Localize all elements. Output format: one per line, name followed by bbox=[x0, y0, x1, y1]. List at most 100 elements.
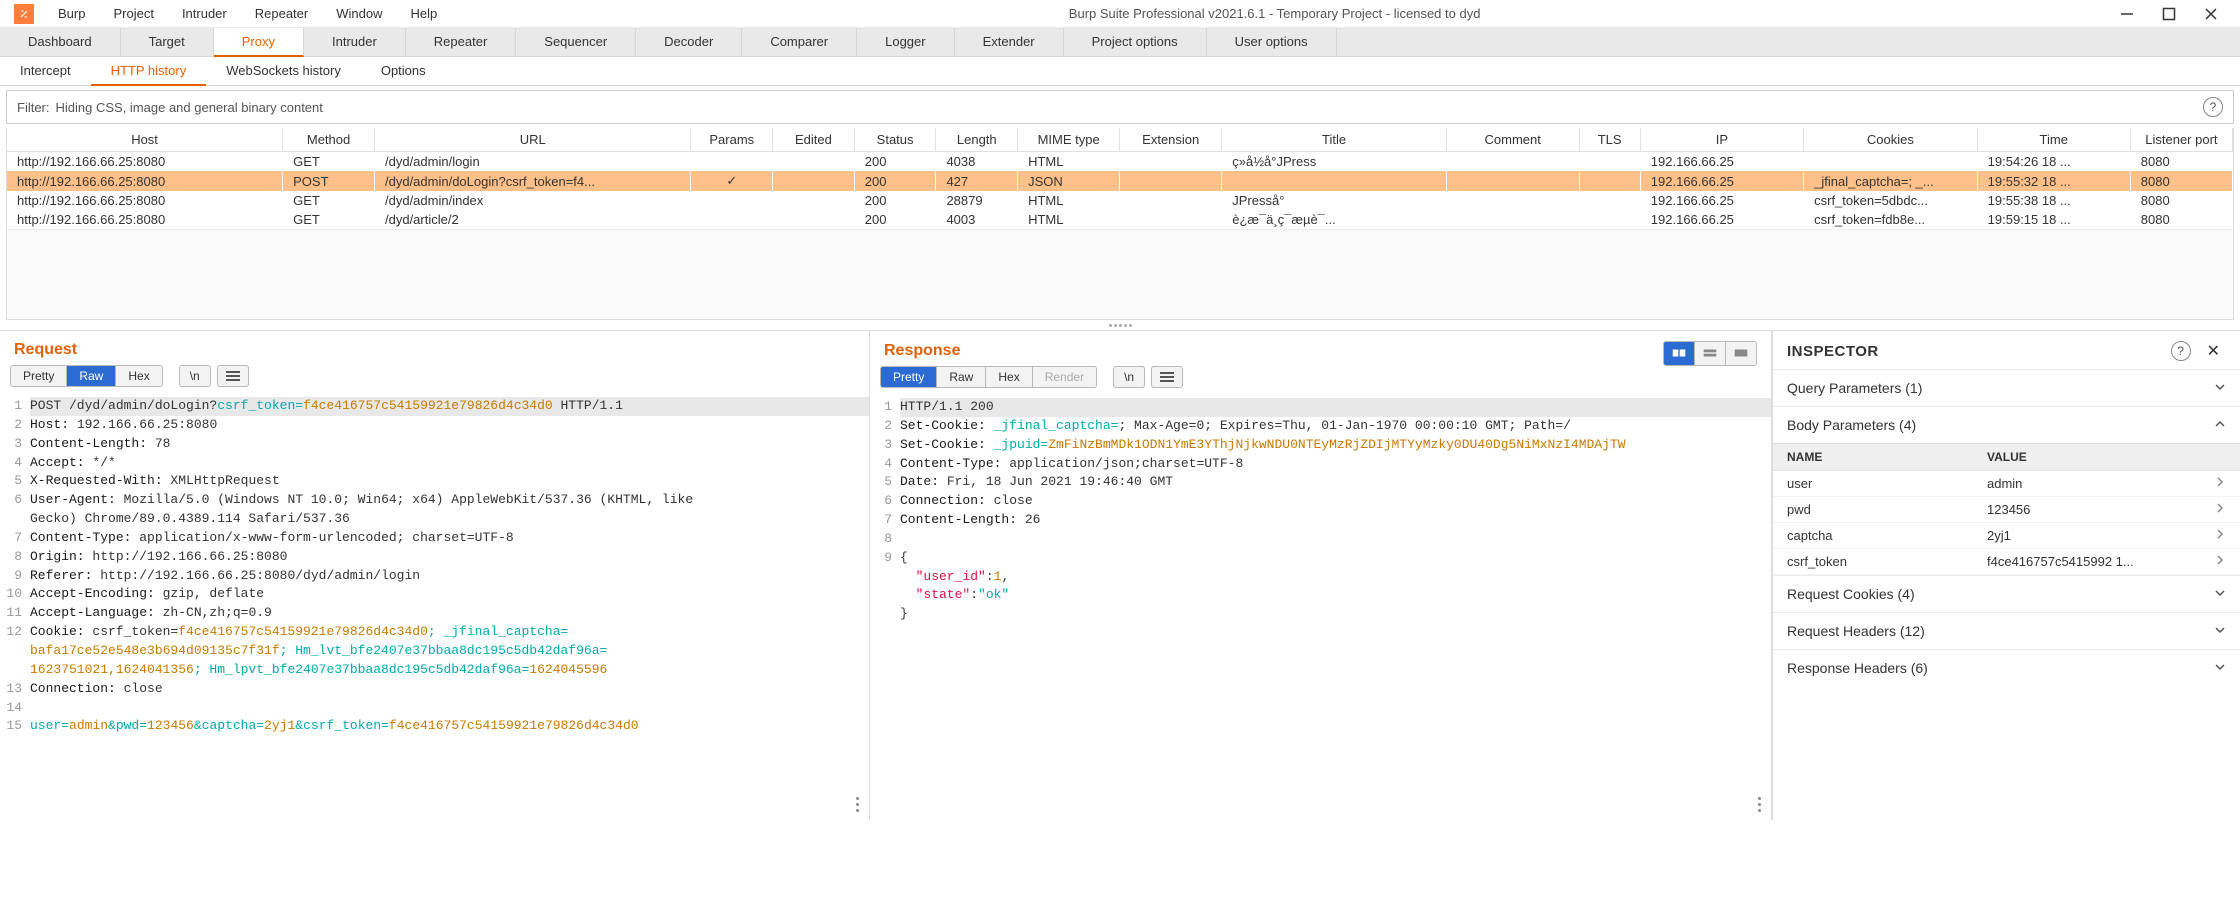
col-extension[interactable]: Extension bbox=[1120, 128, 1222, 152]
newline-toggle[interactable]: \n bbox=[1113, 366, 1145, 388]
response-view-tabs[interactable]: PrettyRawHexRender bbox=[880, 366, 1097, 388]
menu-window[interactable]: Window bbox=[322, 6, 396, 21]
col-name: NAME bbox=[1773, 444, 1973, 471]
viewtab-render[interactable]: Render bbox=[1033, 367, 1096, 387]
horizontal-splitter[interactable] bbox=[0, 320, 2240, 330]
more-icon[interactable] bbox=[1758, 797, 1761, 812]
chevron-down-icon bbox=[2214, 660, 2226, 676]
col-cookies[interactable]: Cookies bbox=[1804, 128, 1978, 152]
inspector-title: INSPECTOR bbox=[1787, 343, 1879, 360]
inspector-panel: INSPECTOR ? ✕ Query Parameters (1) Body … bbox=[1772, 331, 2240, 820]
menu-help[interactable]: Help bbox=[396, 6, 451, 21]
minimize-icon[interactable] bbox=[2118, 5, 2136, 23]
menu-project[interactable]: Project bbox=[99, 6, 167, 21]
inspector-body-params[interactable]: Body Parameters (4) bbox=[1773, 406, 2240, 443]
inspector-query-params[interactable]: Query Parameters (1) bbox=[1773, 369, 2240, 406]
col-time[interactable]: Time bbox=[1977, 128, 2130, 152]
layout-columns-icon[interactable] bbox=[1664, 342, 1695, 365]
tab-comparer[interactable]: Comparer bbox=[742, 28, 857, 56]
layout-single-icon[interactable] bbox=[1726, 342, 1756, 365]
chevron-down-icon bbox=[2214, 623, 2226, 639]
chevron-right-icon bbox=[2200, 523, 2240, 549]
response-title: Response bbox=[870, 332, 974, 366]
close-icon[interactable]: ✕ bbox=[2201, 341, 2226, 361]
layout-rows-icon[interactable] bbox=[1695, 342, 1726, 365]
col-url[interactable]: URL bbox=[375, 128, 691, 152]
close-icon[interactable] bbox=[2202, 5, 2220, 23]
window-title: Burp Suite Professional v2021.6.1 - Temp… bbox=[451, 6, 2098, 21]
body-params-table: NAME VALUE useradminpwd123456captcha2yj1… bbox=[1773, 443, 2240, 575]
help-icon[interactable]: ? bbox=[2203, 97, 2223, 117]
tab-user-options[interactable]: User options bbox=[1207, 28, 1337, 56]
history-empty-area bbox=[7, 229, 2233, 319]
viewtab-hex[interactable]: Hex bbox=[116, 366, 161, 386]
inspector-response-headers[interactable]: Response Headers (6) bbox=[1773, 649, 2240, 686]
chevron-up-icon bbox=[2214, 417, 2226, 433]
subtab-options[interactable]: Options bbox=[361, 57, 446, 85]
request-title: Request bbox=[0, 331, 869, 365]
response-panel: Response PrettyRawHexRender \n 1HTTP/1.1… bbox=[870, 331, 1772, 820]
tab-project-options[interactable]: Project options bbox=[1064, 28, 1207, 56]
inspector-request-headers[interactable]: Request Headers (12) bbox=[1773, 612, 2240, 649]
tab-target[interactable]: Target bbox=[121, 28, 214, 56]
tab-repeater[interactable]: Repeater bbox=[406, 28, 516, 56]
col-tls[interactable]: TLS bbox=[1579, 128, 1640, 152]
tab-intruder[interactable]: Intruder bbox=[304, 28, 406, 56]
subtab-websockets-history[interactable]: WebSockets history bbox=[206, 57, 361, 85]
response-options-button[interactable] bbox=[1151, 366, 1183, 388]
col-ip[interactable]: IP bbox=[1640, 128, 1803, 152]
subtab-http-history[interactable]: HTTP history bbox=[91, 57, 207, 86]
layout-switch[interactable] bbox=[1663, 341, 1757, 366]
col-title[interactable]: Title bbox=[1222, 128, 1447, 152]
menu-repeater[interactable]: Repeater bbox=[241, 6, 322, 21]
http-history-table[interactable]: HostMethodURLParamsEditedStatusLengthMIM… bbox=[6, 128, 2234, 320]
col-length[interactable]: Length bbox=[936, 128, 1018, 152]
col-host[interactable]: Host bbox=[7, 128, 283, 152]
menu-bar: BurpProjectIntruderRepeaterWindowHelp Bu… bbox=[0, 0, 2240, 28]
param-row[interactable]: captcha2yj1 bbox=[1773, 523, 2240, 549]
tab-proxy[interactable]: Proxy bbox=[214, 28, 304, 57]
filter-bar[interactable]: Filter: Hiding CSS, image and general bi… bbox=[6, 90, 2234, 124]
param-row[interactable]: useradmin bbox=[1773, 471, 2240, 497]
tab-extender[interactable]: Extender bbox=[955, 28, 1064, 56]
more-icon[interactable] bbox=[856, 797, 859, 812]
table-row[interactable]: http://192.166.66.25:8080POST/dyd/admin/… bbox=[7, 171, 2233, 191]
filter-text: Hiding CSS, image and general binary con… bbox=[56, 100, 323, 115]
newline-toggle[interactable]: \n bbox=[179, 365, 211, 387]
col-mime-type[interactable]: MIME type bbox=[1018, 128, 1120, 152]
col-method[interactable]: Method bbox=[283, 128, 375, 152]
tab-decoder[interactable]: Decoder bbox=[636, 28, 742, 56]
col-listener-port[interactable]: Listener port bbox=[2130, 128, 2232, 152]
table-row[interactable]: http://192.166.66.25:8080GET/dyd/admin/l… bbox=[7, 152, 2233, 172]
maximize-icon[interactable] bbox=[2160, 5, 2178, 23]
col-params[interactable]: Params bbox=[691, 128, 773, 152]
table-row[interactable]: http://192.166.66.25:8080GET/dyd/article… bbox=[7, 210, 2233, 229]
inspector-request-cookies[interactable]: Request Cookies (4) bbox=[1773, 575, 2240, 612]
subtab-intercept[interactable]: Intercept bbox=[0, 57, 91, 85]
filter-label: Filter: bbox=[17, 100, 50, 115]
request-view-tabs[interactable]: PrettyRawHex bbox=[10, 365, 163, 387]
viewtab-raw[interactable]: Raw bbox=[67, 366, 116, 386]
param-row[interactable]: csrf_tokenf4ce416757c5415992 1... bbox=[1773, 549, 2240, 575]
tab-dashboard[interactable]: Dashboard bbox=[0, 28, 121, 56]
viewtab-pretty[interactable]: Pretty bbox=[11, 366, 67, 386]
request-raw-editor[interactable]: 1POST /dyd/admin/doLogin?csrf_token=f4ce… bbox=[0, 393, 869, 820]
col-comment[interactable]: Comment bbox=[1446, 128, 1579, 152]
proxy-sub-tab-bar: InterceptHTTP historyWebSockets historyO… bbox=[0, 57, 2240, 86]
request-options-button[interactable] bbox=[217, 365, 249, 387]
col-status[interactable]: Status bbox=[854, 128, 936, 152]
viewtab-pretty[interactable]: Pretty bbox=[881, 367, 937, 387]
menu-intruder[interactable]: Intruder bbox=[168, 6, 241, 21]
response-pretty-editor[interactable]: 1HTTP/1.1 2002Set-Cookie: _jfinal_captch… bbox=[870, 394, 1771, 820]
param-row[interactable]: pwd123456 bbox=[1773, 497, 2240, 523]
viewtab-raw[interactable]: Raw bbox=[937, 367, 986, 387]
col-edited[interactable]: Edited bbox=[773, 128, 855, 152]
help-icon[interactable]: ? bbox=[2171, 341, 2191, 361]
table-row[interactable]: http://192.166.66.25:8080GET/dyd/admin/i… bbox=[7, 191, 2233, 210]
app-logo bbox=[14, 4, 34, 24]
menu-burp[interactable]: Burp bbox=[44, 6, 99, 21]
tab-logger[interactable]: Logger bbox=[857, 28, 954, 56]
tab-sequencer[interactable]: Sequencer bbox=[516, 28, 636, 56]
viewtab-hex[interactable]: Hex bbox=[986, 367, 1032, 387]
request-panel: Request PrettyRawHex \n 1POST /dyd/admin… bbox=[0, 331, 870, 820]
